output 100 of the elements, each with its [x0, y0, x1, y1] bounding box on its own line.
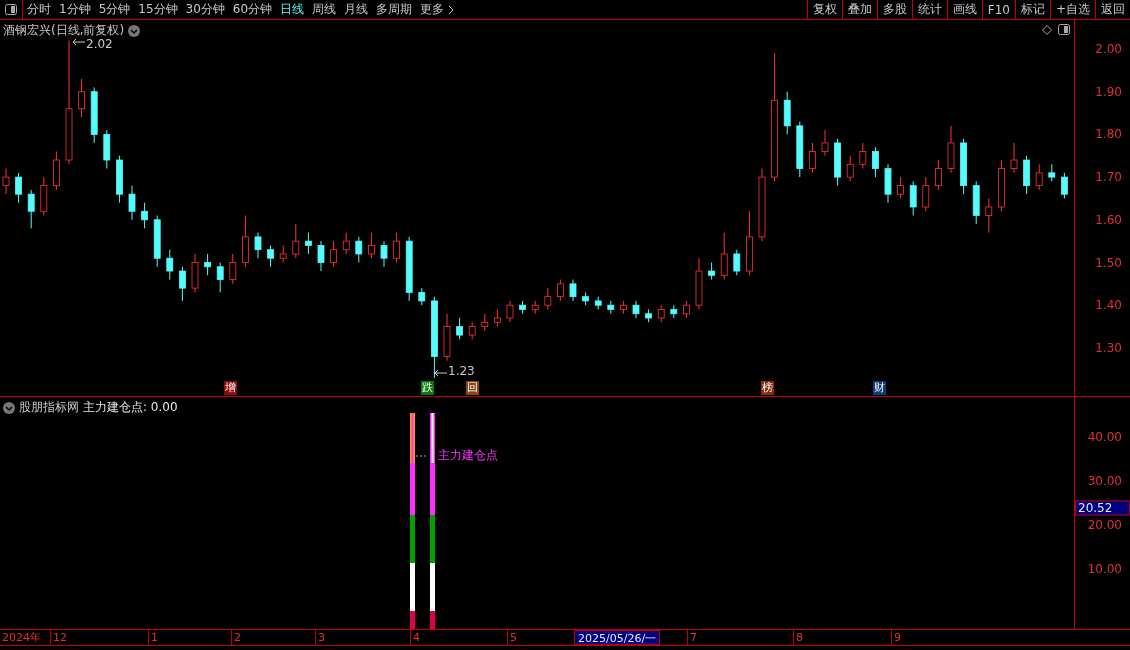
candle	[78, 78, 85, 118]
price-axis-label: 1.70	[1095, 170, 1122, 185]
candle	[531, 300, 539, 315]
period-tab[interactable]: 1分钟	[55, 0, 95, 19]
month-label: 1	[148, 630, 158, 645]
candle	[229, 253, 237, 285]
candle	[783, 91, 791, 135]
panel-toggle-icon[interactable]	[1058, 24, 1070, 35]
candle	[267, 244, 274, 268]
month-label: 2	[231, 630, 241, 645]
candle	[468, 321, 476, 340]
period-tab[interactable]: 周线	[308, 0, 341, 19]
candle	[368, 232, 375, 259]
candle	[1035, 163, 1043, 191]
candle	[40, 176, 48, 217]
candle	[242, 215, 249, 268]
period-tab[interactable]: 5分钟	[94, 0, 135, 19]
candle	[557, 279, 564, 302]
candle	[494, 308, 501, 328]
candle	[846, 155, 854, 182]
candle	[985, 197, 993, 234]
candle	[355, 236, 363, 263]
diamond-icon[interactable]	[1042, 25, 1052, 35]
price-axis-label: 1.30	[1095, 340, 1122, 355]
candle	[695, 257, 703, 310]
candle	[393, 232, 400, 263]
period-tab[interactable]: 15分钟	[134, 0, 182, 19]
candle	[859, 142, 867, 170]
candle	[279, 244, 287, 263]
indicator-axis-label: 20.00	[1087, 518, 1122, 532]
candle	[254, 232, 262, 259]
price-axis-label: 2.00	[1095, 42, 1122, 56]
indicator-source: 股朋指标网	[19, 399, 79, 416]
month-label: 8	[793, 630, 803, 645]
chevron-right-icon	[448, 4, 455, 15]
candle	[683, 300, 690, 319]
event-marker[interactable]: 增	[224, 381, 237, 395]
event-marker[interactable]: 榜	[761, 381, 774, 395]
candle	[191, 253, 199, 293]
candle	[519, 300, 526, 315]
price-axis-label: 1.40	[1095, 298, 1122, 313]
candle	[645, 308, 652, 323]
candle	[720, 232, 728, 281]
candle	[27, 189, 35, 229]
dropdown-chevron-icon[interactable]	[128, 24, 141, 37]
candle	[103, 129, 111, 170]
price-axis-label: 1.80	[1095, 127, 1122, 142]
month-label: 5	[507, 630, 517, 645]
cursor-value-label: 20.52	[1075, 500, 1130, 516]
candle	[166, 249, 174, 281]
month-label: 9	[891, 630, 901, 645]
period-tab[interactable]: 30分钟	[181, 0, 229, 19]
candle	[380, 240, 388, 268]
event-marker[interactable]: 回	[466, 381, 479, 395]
candle	[1023, 155, 1030, 195]
candle	[330, 240, 337, 268]
period-tab[interactable]: 月线	[340, 0, 373, 19]
candle	[216, 262, 224, 293]
candle	[796, 121, 804, 178]
period-tab[interactable]: 多周期	[372, 0, 417, 19]
period-tab[interactable]: 分时	[23, 0, 55, 19]
month-label: 7	[687, 630, 697, 645]
candle	[607, 300, 615, 315]
candle	[53, 151, 60, 191]
candle	[443, 313, 451, 362]
event-marker[interactable]: 跌	[421, 381, 434, 395]
candle	[632, 300, 640, 319]
month-label: 12	[50, 630, 67, 645]
candle	[809, 142, 816, 174]
indicator-reading: 主力建仓点: 0.00	[83, 399, 178, 416]
candle	[670, 304, 678, 319]
price-axis-label: 1.50	[1095, 255, 1122, 270]
high-price-label: 2.02	[86, 37, 113, 51]
candle	[292, 223, 300, 259]
more-menu[interactable]: 更多	[416, 0, 449, 19]
candle	[456, 317, 463, 340]
candle	[153, 215, 161, 268]
candle	[708, 262, 715, 281]
candle	[90, 86, 98, 144]
period-tab[interactable]: 日线	[276, 0, 309, 19]
candle	[947, 125, 955, 174]
candle	[657, 304, 665, 323]
event-marker[interactable]: 财	[873, 381, 886, 395]
candle	[960, 138, 967, 195]
candle	[972, 180, 980, 225]
panel-toggle-icon[interactable]	[5, 4, 17, 15]
dropdown-chevron-icon[interactable]	[3, 401, 15, 414]
indicator-axis-label: 40.00	[1087, 430, 1122, 444]
month-label: 3	[315, 630, 325, 645]
price-axis-label: 1.60	[1095, 212, 1122, 227]
period-tab[interactable]: 60分钟	[228, 0, 277, 19]
signal-label: 主力建仓点	[438, 447, 498, 464]
candle	[481, 313, 489, 332]
candle	[834, 138, 841, 187]
candle	[141, 202, 148, 229]
cursor-date-label: 2025/05/26/一	[574, 630, 661, 645]
candle	[405, 236, 413, 302]
candle	[1061, 172, 1068, 199]
candle	[506, 300, 514, 323]
candle	[909, 180, 917, 217]
